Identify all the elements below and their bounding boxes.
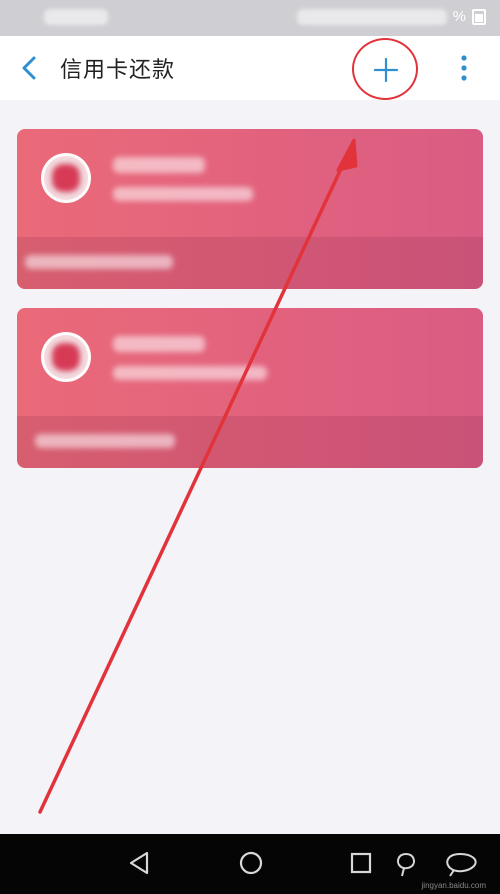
credit-card-item[interactable]	[17, 129, 483, 289]
battery-icon	[472, 8, 486, 25]
lasso-icon	[446, 853, 477, 877]
battery-percent-symbol: %	[452, 8, 466, 25]
circle-home-icon[interactable]	[236, 848, 266, 878]
status-bar: %	[0, 0, 500, 36]
status-carrier-blurred	[44, 9, 108, 25]
more-vertical-icon[interactable]	[456, 54, 472, 84]
bank-logo-blurred	[52, 343, 80, 371]
card-footer	[17, 416, 483, 468]
system-nav-bar: jingyan.baidu.com	[0, 834, 500, 894]
bank-logo-icon	[41, 332, 91, 382]
page-title: 信用卡还款	[60, 58, 176, 83]
card-number-blurred	[113, 187, 253, 201]
triangle-back-icon[interactable]	[124, 848, 154, 878]
card-footer	[17, 237, 483, 289]
screen: % 信用卡还款 jingyan.baidu.com	[0, 0, 500, 894]
status-icons-blurred	[296, 8, 447, 25]
watermark: jingyan.baidu.com	[421, 881, 486, 890]
credit-card-item[interactable]	[17, 308, 483, 468]
bank-logo-blurred	[52, 164, 80, 192]
app-header: 信用卡还款	[0, 36, 500, 100]
bank-name-blurred	[113, 336, 205, 352]
bank-logo-icon	[41, 153, 91, 203]
card-number-blurred	[113, 366, 267, 380]
add-card-button[interactable]	[352, 38, 418, 100]
bank-name-blurred	[113, 157, 205, 173]
status-indicators: %	[296, 8, 486, 25]
card-info-blurred	[35, 434, 175, 448]
lasso-icon	[397, 853, 415, 877]
square-recents-icon[interactable]	[346, 848, 376, 878]
chevron-left-icon[interactable]	[16, 54, 44, 82]
card-info-blurred	[25, 255, 173, 269]
plus-icon	[374, 58, 398, 82]
